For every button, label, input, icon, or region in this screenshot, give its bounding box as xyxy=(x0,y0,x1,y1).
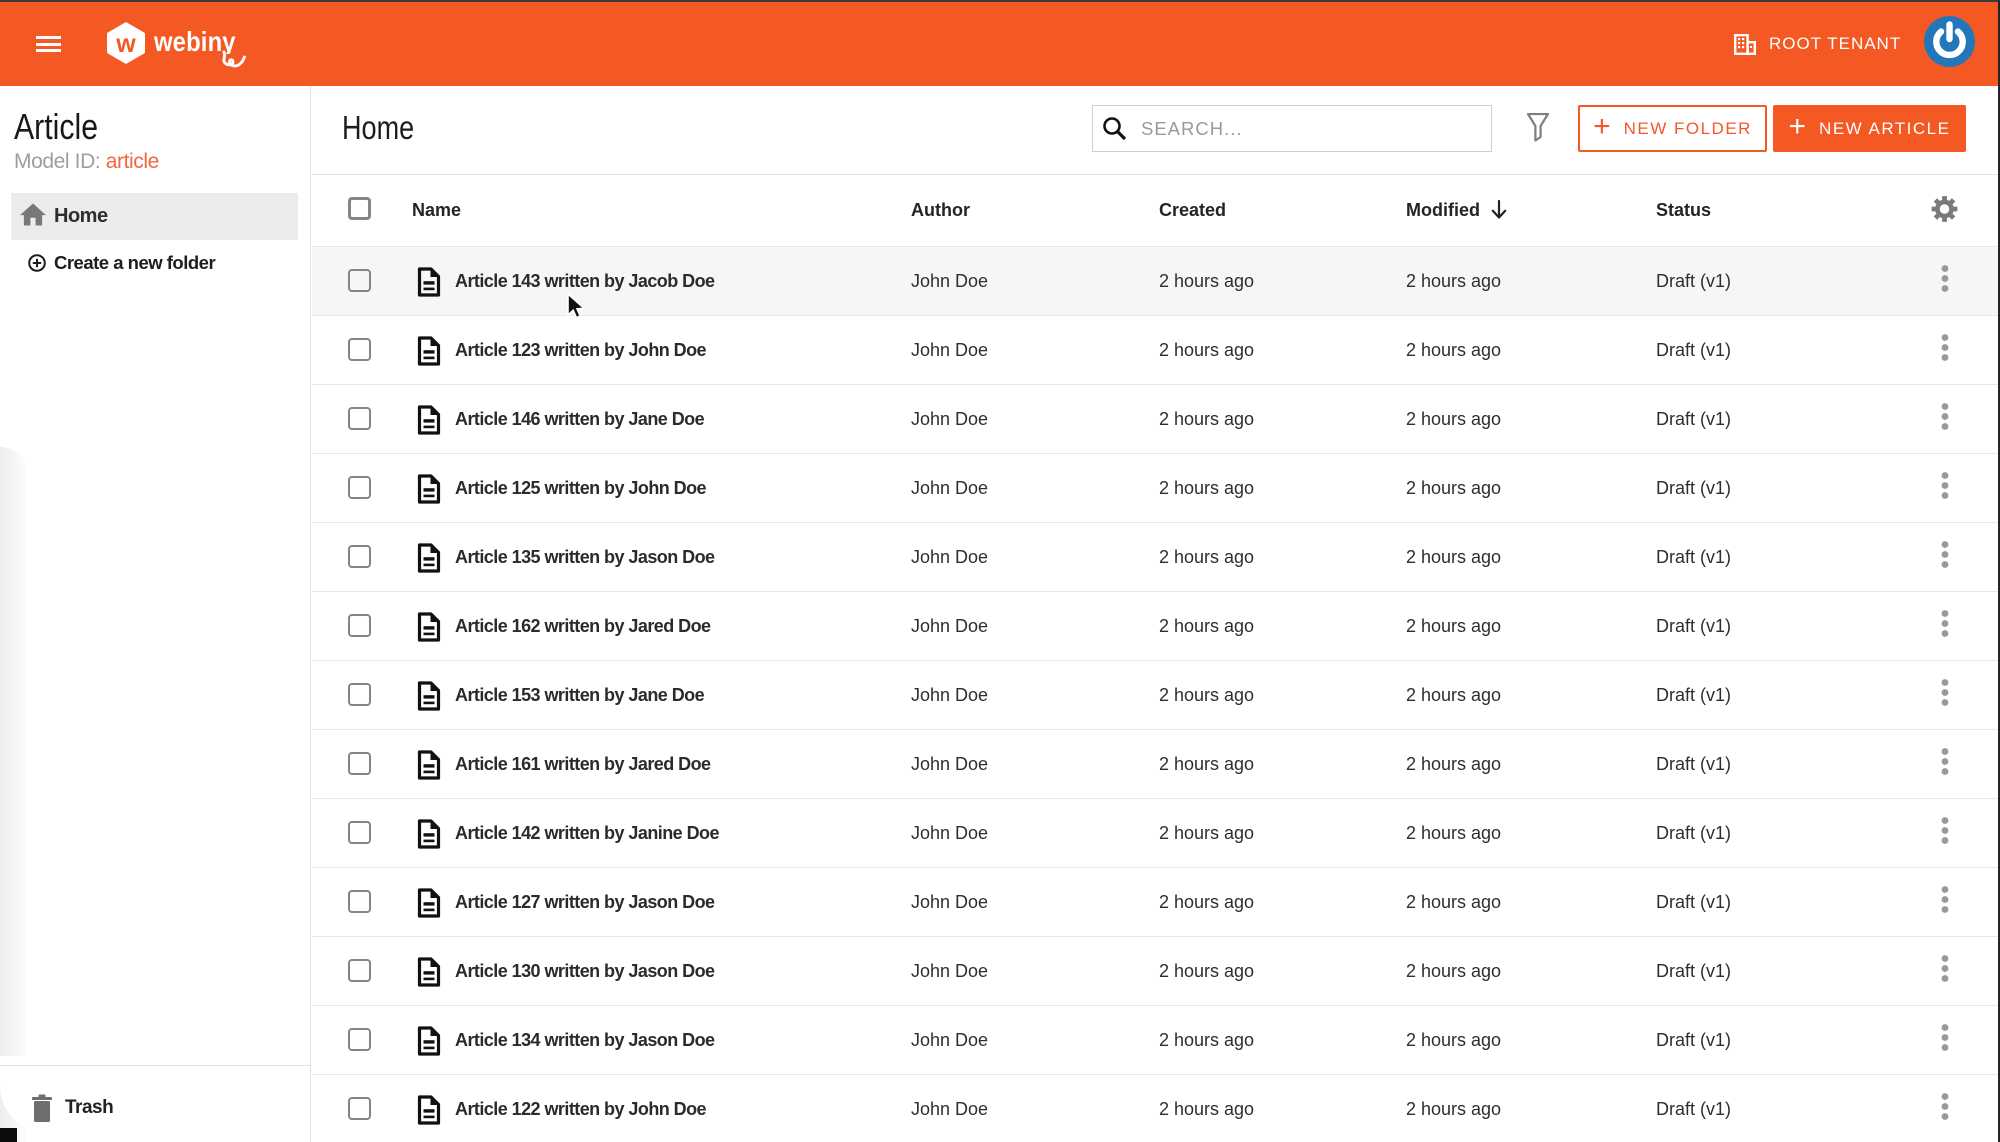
svg-text:w: w xyxy=(115,30,136,58)
